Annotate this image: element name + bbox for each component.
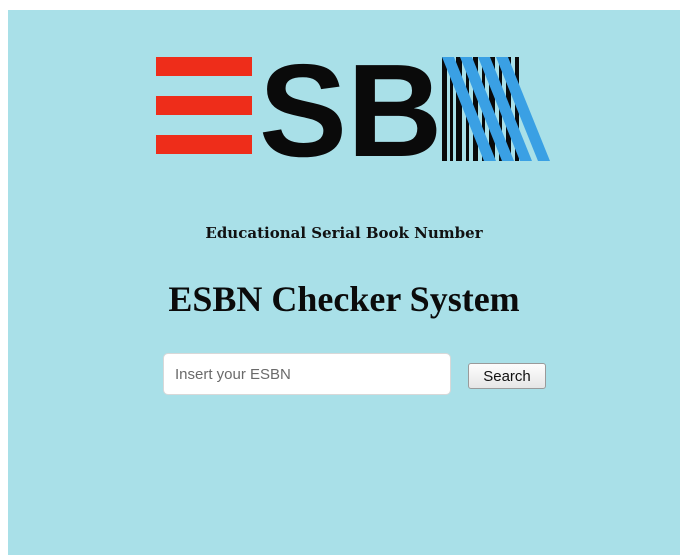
page-subtitle: Educational Serial Book Number xyxy=(205,224,483,242)
page-title: ESBN Checker System xyxy=(168,279,520,319)
logo-letters-sb: SB xyxy=(259,55,442,165)
logo-red-bar-bottom xyxy=(156,135,252,154)
esbn-logo: SB xyxy=(156,55,550,165)
logo-red-bar-middle xyxy=(156,96,252,115)
esbn-logo-graphic: SB xyxy=(156,55,550,165)
page-background: SB Educational Serial Book Number ESBN C… xyxy=(8,10,680,555)
search-button[interactable]: Search xyxy=(468,363,546,389)
logo-barcode-bar xyxy=(442,57,447,161)
logo-red-bar-top xyxy=(156,57,252,76)
esbn-search-input[interactable] xyxy=(163,353,451,395)
